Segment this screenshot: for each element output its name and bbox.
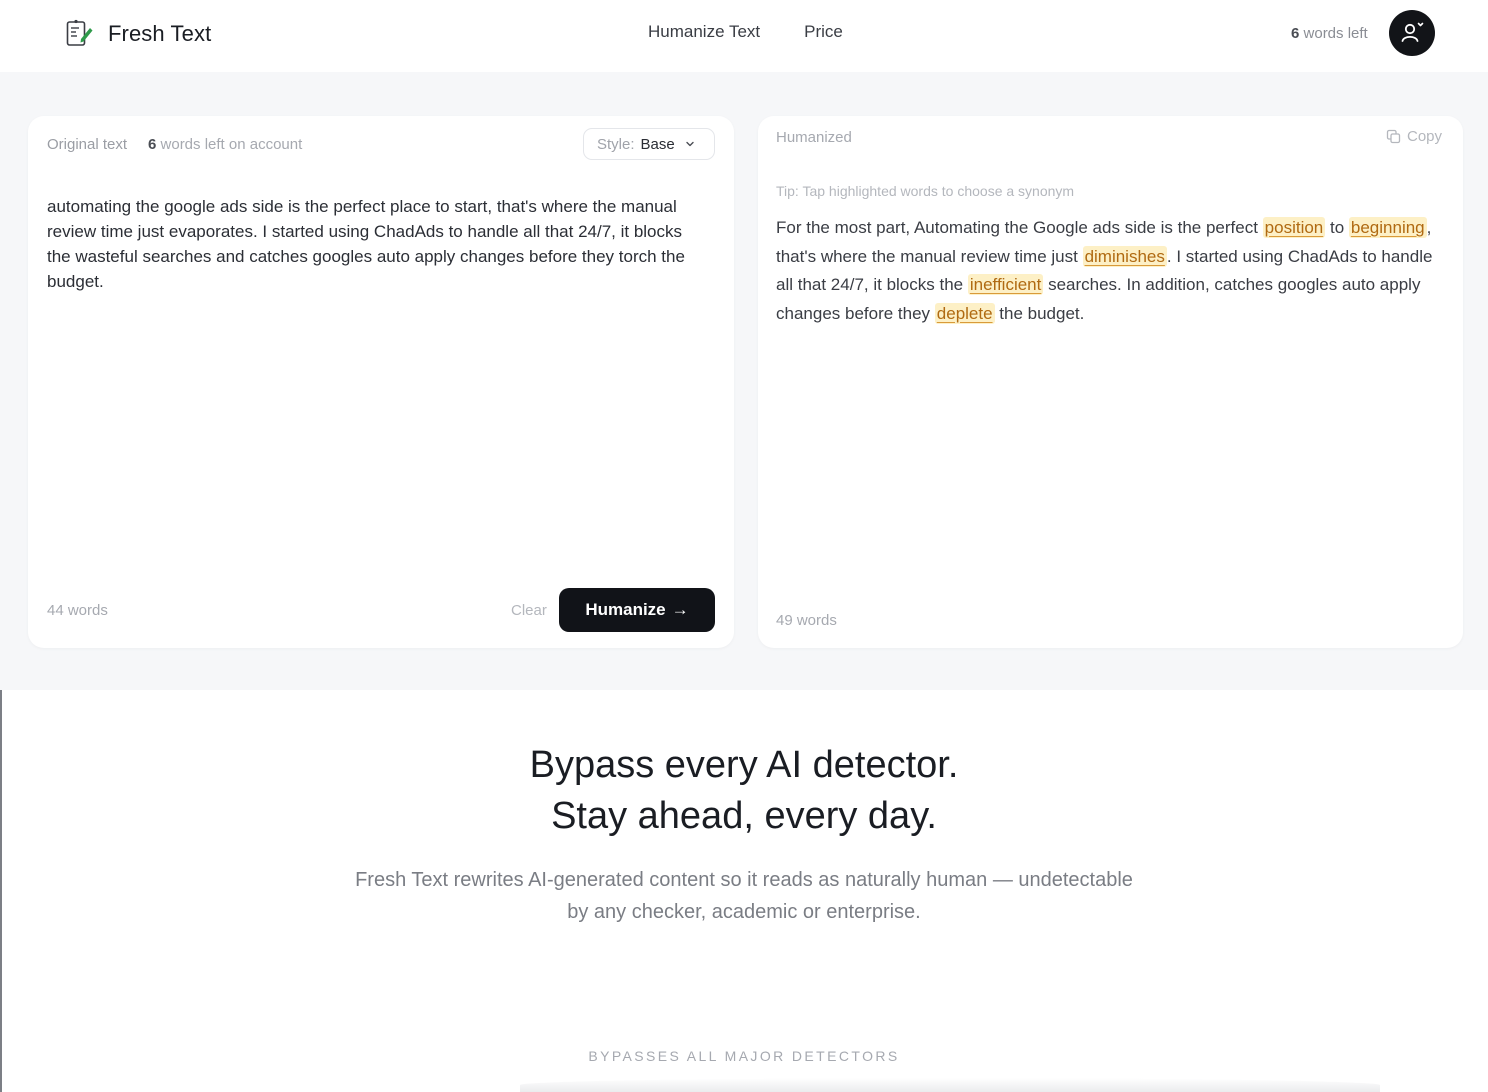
humanize-button[interactable]: Humanize → bbox=[559, 588, 715, 632]
account-words-suffix: words left on account bbox=[160, 136, 303, 153]
document-edit-icon bbox=[66, 19, 93, 46]
account-words-remaining: 6 words left on account bbox=[148, 136, 302, 153]
humanized-text-panel: Humanized Copy Tip: Tap highlighted word… bbox=[758, 116, 1463, 648]
synonym-word[interactable]: diminishes bbox=[1082, 245, 1167, 267]
style-dropdown-label: Style: bbox=[597, 135, 635, 153]
chevron-down-icon bbox=[686, 141, 694, 147]
user-icon bbox=[1401, 22, 1424, 42]
detectors-section-label: BYPASSES ALL MAJOR DETECTORS bbox=[588, 1048, 900, 1064]
synonym-tip: Tip: Tap highlighted words to choose a s… bbox=[776, 183, 1075, 199]
original-text-input[interactable]: automating the google ads side is the pe… bbox=[47, 194, 707, 294]
style-dropdown[interactable]: Style: Base bbox=[583, 128, 715, 160]
account-words-count: 6 bbox=[148, 136, 157, 153]
words-left-suffix: words left bbox=[1303, 25, 1368, 42]
user-menu-button[interactable] bbox=[1389, 10, 1435, 56]
nav-price[interactable]: Price bbox=[804, 22, 843, 42]
copy-button-label: Copy bbox=[1407, 128, 1443, 145]
synonym-word[interactable]: beginning bbox=[1348, 217, 1427, 238]
text-segment: For the most part, Automating the Google… bbox=[776, 218, 1263, 237]
text-segment: the budget. bbox=[994, 303, 1085, 323]
hero-subtitle: Fresh Text rewrites AI-generated content… bbox=[355, 869, 1133, 923]
account-words-left: 6 words left bbox=[1291, 25, 1368, 42]
style-dropdown-value: Base bbox=[640, 135, 675, 153]
hero-title-line-1: Bypass every AI detector. bbox=[529, 744, 959, 786]
humanize-button-label: Humanize bbox=[585, 600, 666, 619]
hero-title: Bypass every AI detector. Stay ahead, ev… bbox=[0, 740, 1488, 842]
synonym-word[interactable]: inefficient bbox=[967, 274, 1044, 295]
copy-icon bbox=[1386, 129, 1401, 144]
page: Fresh Text Humanize Text Price 6 words l… bbox=[0, 0, 1488, 1092]
humanized-text-output: For the most part, Automating the Google… bbox=[776, 214, 1446, 328]
clear-button[interactable]: Clear bbox=[511, 602, 547, 619]
original-text-panel: Original text 6 words left on account St… bbox=[28, 116, 734, 648]
brand-name: Fresh Text bbox=[108, 21, 212, 46]
copy-button[interactable]: Copy bbox=[1386, 128, 1442, 145]
text-segment: to bbox=[1325, 218, 1349, 237]
synonym-word[interactable]: position bbox=[1262, 217, 1326, 238]
original-text-label: Original text bbox=[47, 136, 128, 153]
top-nav-bar: Fresh Text Humanize Text Price 6 words l… bbox=[0, 0, 1488, 72]
synonym-word[interactable]: deplete bbox=[934, 302, 995, 324]
words-left-count: 6 bbox=[1291, 25, 1300, 42]
humanized-word-count: 49 words bbox=[776, 612, 837, 629]
humanized-label: Humanized bbox=[776, 129, 852, 146]
humanizer-workspace: Original text 6 words left on account St… bbox=[0, 72, 1488, 690]
hero-title-line-2: Stay ahead, every day. bbox=[551, 795, 937, 837]
detectors-card-edge bbox=[520, 1078, 1380, 1092]
original-word-count: 44 words bbox=[47, 602, 108, 619]
main-nav: Humanize Text Price bbox=[648, 22, 843, 42]
nav-humanize-text[interactable]: Humanize Text bbox=[648, 22, 760, 42]
brand-logo[interactable]: Fresh Text bbox=[64, 18, 211, 50]
arrow-right-icon: → bbox=[671, 600, 689, 619]
